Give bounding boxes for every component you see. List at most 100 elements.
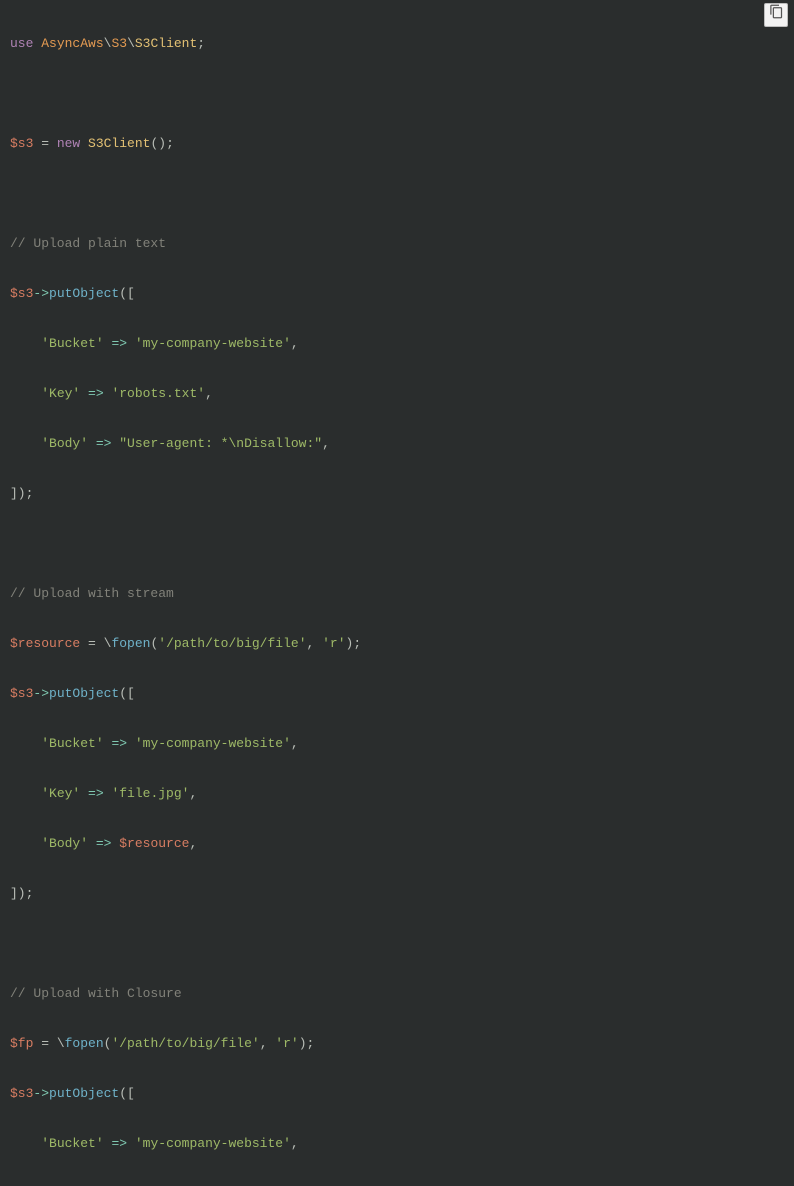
fat-arrow: => — [80, 386, 111, 401]
string-value: 'file.jpg' — [111, 786, 189, 801]
code-line: $resource = \fopen('/path/to/big/file', … — [10, 631, 784, 656]
string-key: 'Bucket' — [41, 736, 103, 751]
variable: $s3 — [10, 136, 33, 151]
arrow-op: -> — [33, 1086, 49, 1101]
parens: () — [150, 136, 166, 151]
fat-arrow: => — [104, 1136, 135, 1151]
code-line: 'Body' => "User-agent: *\nDisallow:", — [10, 431, 784, 456]
comment: // Upload with stream — [10, 586, 174, 601]
code-line: 'Body' => $resource, — [10, 831, 784, 856]
comma: , — [205, 386, 213, 401]
string-key: 'Body' — [41, 836, 88, 851]
backslash: \ — [104, 636, 112, 651]
string-arg: 'r' — [322, 636, 345, 651]
fat-arrow: => — [88, 436, 119, 451]
code-line: // Upload with Closure — [10, 981, 784, 1006]
string-key: 'Bucket' — [41, 336, 103, 351]
comma: , — [189, 786, 197, 801]
namespace: S3 — [111, 36, 127, 51]
code-line: // Upload with stream — [10, 581, 784, 606]
open-paren: ( — [104, 1036, 112, 1051]
string-arg: '/path/to/big/file' — [111, 1036, 259, 1051]
variable: $s3 — [10, 286, 33, 301]
comma: , — [322, 436, 330, 451]
code-line: 'Key' => 'robots.txt', — [10, 381, 784, 406]
method-call: putObject — [49, 1086, 119, 1101]
copy-icon — [769, 3, 784, 28]
string-key: 'Key' — [41, 386, 80, 401]
comma: , — [291, 1136, 299, 1151]
comma: , — [307, 636, 323, 651]
string-value: 'my-company-website' — [135, 336, 291, 351]
open-paren: ( — [150, 636, 158, 651]
semicolon: ; — [26, 886, 34, 901]
string-key: 'Body' — [41, 436, 88, 451]
arrow-op: -> — [33, 286, 49, 301]
close-paren: ) — [299, 1036, 307, 1051]
code-line-blank — [10, 181, 784, 206]
close-brackets: ]) — [10, 886, 26, 901]
string-value: "User-agent: *\nDisallow:" — [119, 436, 322, 451]
comment: // Upload plain text — [10, 236, 166, 251]
comma: , — [291, 736, 299, 751]
namespace: AsyncAws — [41, 36, 103, 51]
fat-arrow: => — [80, 786, 111, 801]
string-value: 'robots.txt' — [111, 386, 205, 401]
code-line: $fp = \fopen('/path/to/big/file', 'r'); — [10, 1031, 784, 1056]
semicolon: ; — [197, 36, 205, 51]
open-brackets: ([ — [119, 686, 135, 701]
code-block: use AsyncAws\S3\S3Client; $s3 = new S3Cl… — [0, 0, 794, 1186]
function-call: fopen — [65, 1036, 104, 1051]
semicolon: ; — [353, 636, 361, 651]
code-line: 'Bucket' => 'my-company-website', — [10, 1131, 784, 1156]
close-brackets: ]); — [10, 486, 33, 501]
variable: $resource — [119, 836, 189, 851]
keyword-new: new — [57, 136, 80, 151]
fat-arrow: => — [104, 736, 135, 751]
comma: , — [189, 836, 197, 851]
code-line: // Upload plain text — [10, 231, 784, 256]
code-line-blank — [10, 931, 784, 956]
code-line-blank — [10, 81, 784, 106]
variable: $resource — [10, 636, 80, 651]
keyword-use: use — [10, 36, 33, 51]
code-line: use AsyncAws\S3\S3Client; — [10, 31, 784, 56]
variable: $fp — [10, 1036, 33, 1051]
code-line: $s3->putObject([ — [10, 681, 784, 706]
code-line: $s3 = new S3Client(); — [10, 131, 784, 156]
comma: , — [291, 336, 299, 351]
arrow-op: -> — [33, 686, 49, 701]
code-line: $s3->putObject([ — [10, 1081, 784, 1106]
open-brackets: ([ — [119, 1086, 135, 1101]
comment: // Upload with Closure — [10, 986, 182, 1001]
code-line: 'Bucket' => 'my-company-website', — [10, 331, 784, 356]
code-line: ]); — [10, 881, 784, 906]
backslash: \ — [57, 1036, 65, 1051]
equals: = — [80, 636, 103, 651]
fat-arrow: => — [104, 336, 135, 351]
comma: , — [260, 1036, 276, 1051]
semicolon: ; — [307, 1036, 315, 1051]
copy-button[interactable] — [764, 3, 788, 27]
string-key: 'Key' — [41, 786, 80, 801]
code-line: ]); — [10, 481, 784, 506]
method-call: putObject — [49, 686, 119, 701]
semicolon: ; — [166, 136, 174, 151]
function-call: fopen — [111, 636, 150, 651]
code-line: $s3->putObject([ — [10, 281, 784, 306]
variable: $s3 — [10, 1086, 33, 1101]
open-brackets: ([ — [119, 286, 135, 301]
string-value: 'my-company-website' — [135, 1136, 291, 1151]
string-key: 'Bucket' — [41, 1136, 103, 1151]
method-call: putObject — [49, 286, 119, 301]
class-name: S3Client — [88, 136, 150, 151]
class-name: S3Client — [135, 36, 197, 51]
fat-arrow: => — [88, 836, 119, 851]
equals: = — [33, 1036, 56, 1051]
code-line: 'Bucket' => 'my-company-website', — [10, 731, 784, 756]
string-arg: 'r' — [275, 1036, 298, 1051]
string-arg: '/path/to/big/file' — [158, 636, 306, 651]
equals: = — [33, 136, 56, 151]
code-line-blank — [10, 531, 784, 556]
string-value: 'my-company-website' — [135, 736, 291, 751]
